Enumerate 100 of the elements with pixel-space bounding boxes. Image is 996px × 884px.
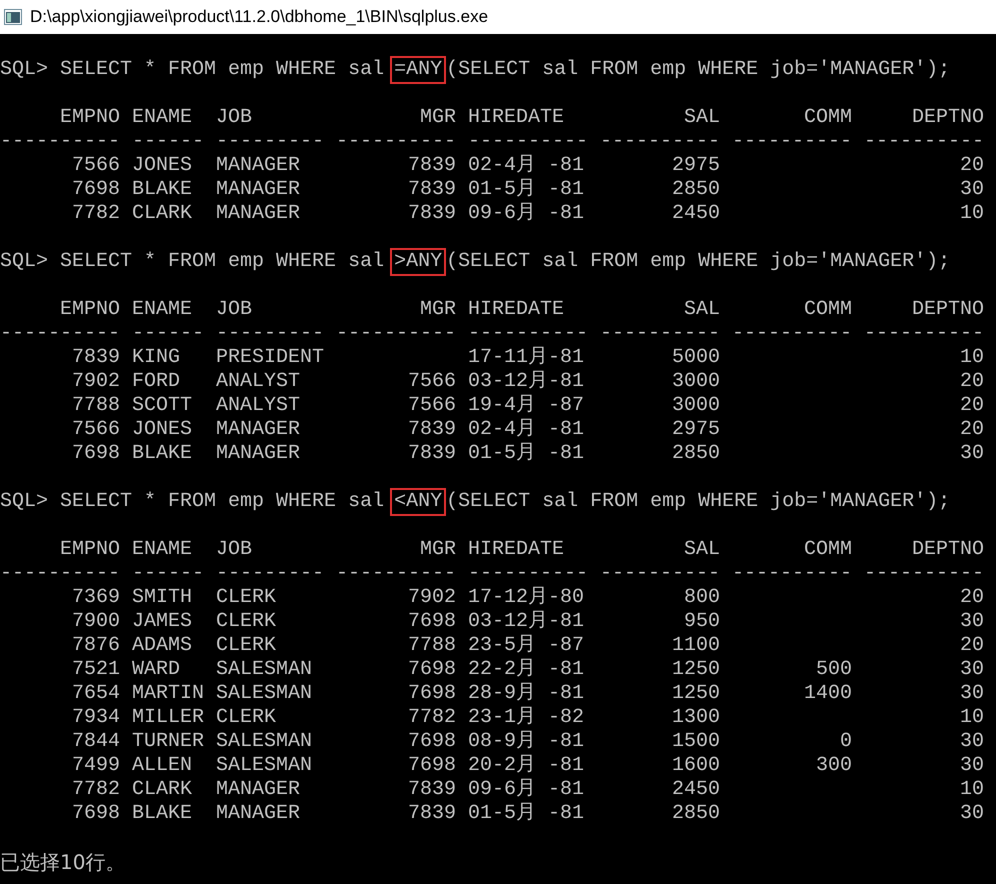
table-cell-text: JONES [132, 418, 194, 442]
table-cell-text: 23-1月 -82 [468, 706, 586, 730]
table-cell-text: 7782 [406, 706, 456, 730]
column-underline: ---------- [468, 322, 588, 346]
sql-prompt: SQL> [0, 58, 48, 82]
table-cell-text: ALLEN [132, 754, 194, 778]
table-cell-text: 7839 [406, 154, 456, 178]
table-cell-text: 30 [958, 730, 984, 754]
column-underline: ---------- [864, 322, 984, 346]
table-cell-text: BLAKE [132, 442, 194, 466]
table-cell-text: 7839 [70, 346, 120, 370]
column-underline: ---------- [0, 130, 120, 154]
table-cell-text: 7788 [406, 634, 456, 658]
table-cell-text: 7698 [70, 802, 120, 826]
table-cell-text: 7566 [70, 418, 120, 442]
table-cell-text: MANAGER [216, 202, 302, 226]
column-underline: ---------- [468, 562, 588, 586]
table-cell-text: MANAGER [216, 154, 302, 178]
column-underline: ---------- [600, 130, 720, 154]
table-cell-text: 7698 [406, 658, 456, 682]
table-cell-text: FORD [132, 370, 182, 394]
table-cell-text: 7698 [70, 178, 120, 202]
table-cell-text: 800 [682, 586, 720, 610]
table-cell-text: 1250 [670, 658, 720, 682]
column-header: ENAME [132, 106, 194, 130]
table-cell-text: CLERK [216, 610, 278, 634]
operator-highlight: >ANY [390, 248, 446, 276]
table-cell-text: ANALYST [216, 370, 302, 394]
column-underline: --------- [216, 130, 324, 154]
table-cell-text: 08-9月 -81 [468, 730, 586, 754]
column-header: COMM [802, 298, 852, 322]
table-cell-text: 2450 [670, 778, 720, 802]
table-cell-text: 1100 [670, 634, 720, 658]
column-underline: ---------- [336, 130, 456, 154]
table-cell-text: 10 [958, 778, 984, 802]
table-cell-text: 7698 [406, 754, 456, 778]
column-underline: ---------- [600, 322, 720, 346]
table-cell-text: 3000 [670, 370, 720, 394]
table-cell-text: 30 [958, 682, 984, 706]
table-cell-text: 2975 [670, 418, 720, 442]
column-underline: ---------- [468, 130, 588, 154]
table-cell-text: 7934 [70, 706, 120, 730]
table-cell-text: 30 [958, 658, 984, 682]
table-cell-text: MANAGER [216, 778, 302, 802]
table-cell-text: 7654 [70, 682, 120, 706]
table-cell-text: 20 [958, 154, 984, 178]
table-cell-text: 03-12月-81 [468, 610, 586, 634]
column-underline: ------ [132, 322, 204, 346]
column-header: JOB [216, 106, 254, 130]
table-cell-text: 20 [958, 634, 984, 658]
table-cell-text: 23-5月 -87 [468, 634, 586, 658]
table-cell-text: 09-6月 -81 [468, 778, 586, 802]
column-header: HIREDATE [468, 538, 566, 562]
table-cell-text: SALESMAN [216, 730, 314, 754]
console-icon [4, 9, 22, 25]
table-cell-text: 30 [958, 802, 984, 826]
table-cell-text: 30 [958, 754, 984, 778]
table-cell-text: 7782 [70, 778, 120, 802]
table-cell-text: 19-4月 -87 [468, 394, 586, 418]
column-underline: ---------- [864, 562, 984, 586]
table-cell-text: 7902 [406, 586, 456, 610]
column-underline: ------ [132, 562, 204, 586]
table-cell-text: 950 [682, 610, 720, 634]
column-header: SAL [682, 298, 720, 322]
table-cell-text: 7839 [406, 418, 456, 442]
column-header: COMM [802, 538, 852, 562]
column-underline: ---------- [864, 130, 984, 154]
table-cell-text: 7698 [406, 682, 456, 706]
table-cell-text: 2850 [670, 178, 720, 202]
table-cell-text: SALESMAN [216, 754, 314, 778]
column-underline: ---------- [0, 562, 120, 586]
table-cell-text: JONES [132, 154, 194, 178]
table-cell-text: 300 [814, 754, 852, 778]
table-cell-text: 22-2月 -81 [468, 658, 586, 682]
table-cell-text: 30 [958, 442, 984, 466]
column-header: JOB [216, 538, 254, 562]
operator-highlight: =ANY [390, 56, 446, 84]
table-cell-text: MANAGER [216, 418, 302, 442]
column-underline: ---------- [732, 130, 852, 154]
table-cell-text: 28-9月 -81 [468, 682, 586, 706]
table-cell-text: SALESMAN [216, 682, 314, 706]
table-cell-text: 01-5月 -81 [468, 442, 586, 466]
table-cell-text: ADAMS [132, 634, 194, 658]
table-cell-text: 1300 [670, 706, 720, 730]
table-cell-text: 5000 [670, 346, 720, 370]
table-cell-text: 30 [958, 610, 984, 634]
table-cell-text: 3000 [670, 394, 720, 418]
table-cell: MILLER [132, 706, 204, 730]
window-title: D:\app\xiongjiawei\product\11.2.0\dbhome_1\BIN\sqlplus.exe [30, 7, 488, 27]
sql-subquery: (SELECT sal FROM emp WHERE job='MANAGER'); [446, 58, 950, 82]
column-header: HIREDATE [468, 106, 566, 130]
table-cell-text: WARD [132, 658, 182, 682]
table-cell-text: 7566 [406, 394, 456, 418]
table-cell-text: 01-5月 -81 [468, 178, 586, 202]
table-cell-text: 03-12月-81 [468, 370, 586, 394]
column-header: EMPNO [58, 298, 120, 322]
table-cell-text: 01-5月 -81 [468, 802, 586, 826]
table-cell-text: SCOTT [132, 394, 194, 418]
table-cell-text: 7566 [70, 154, 120, 178]
table-cell-text: 7698 [406, 610, 456, 634]
